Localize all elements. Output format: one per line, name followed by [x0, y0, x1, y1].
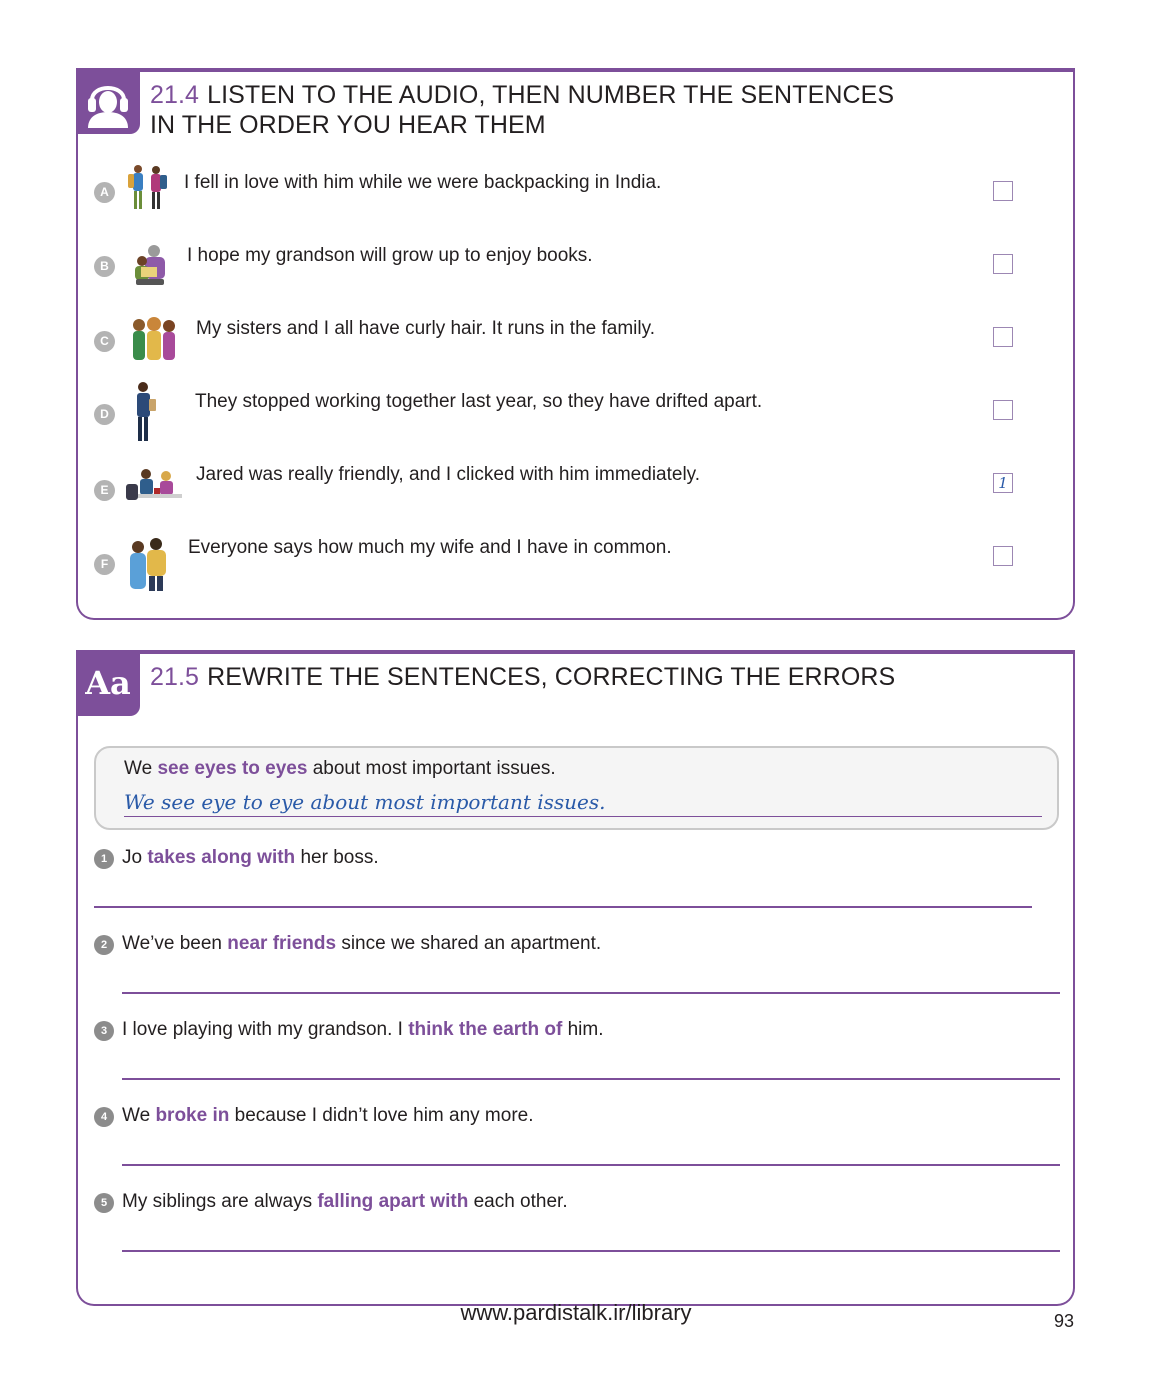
- question-text-before: Jo: [122, 847, 148, 868]
- answer-line[interactable]: [122, 1250, 1060, 1252]
- item-letter-badge: C: [94, 331, 115, 352]
- answer-box[interactable]: [993, 400, 1013, 420]
- exercise-21-4-heading: 21.4 LISTEN TO THE AUDIO, THEN NUMBER THE…: [150, 80, 894, 140]
- answer-box[interactable]: [993, 327, 1013, 347]
- answer-line[interactable]: [122, 992, 1060, 994]
- example-sentence: We see eyes to eyes about most important…: [124, 757, 556, 781]
- sentence-text: Everyone says how much my wife and I hav…: [188, 537, 672, 558]
- example-text-before: We: [124, 758, 158, 779]
- sentence-text: I fell in love with him while we were ba…: [184, 172, 662, 193]
- answer-line[interactable]: [122, 1078, 1060, 1080]
- question-sentence: We broke in because I didn’t love him an…: [122, 1104, 534, 1128]
- error-phrase: near friends: [227, 933, 337, 954]
- question-text-before: I love playing with my grandson. I: [122, 1019, 409, 1040]
- error-phrase: takes along with: [147, 847, 296, 868]
- heading-title: REWRITE THE SENTENCES, CORRECTING THE ER…: [207, 663, 896, 691]
- listening-tab: [76, 68, 140, 134]
- answer-line[interactable]: [94, 906, 1032, 908]
- vocabulary-tab-icon: Aa: [76, 650, 140, 716]
- question-text-after: him.: [562, 1019, 604, 1040]
- sisters-picture: [133, 317, 175, 360]
- exercise-21-4-panel: 21.4 LISTEN TO THE AUDIO, THEN NUMBER THE…: [76, 68, 1075, 620]
- example-text-after: about most important issues.: [307, 758, 556, 779]
- answer-line[interactable]: [122, 1164, 1060, 1166]
- example-error-phrase: see eyes to eyes: [157, 758, 308, 779]
- item-letter-badge: D: [94, 404, 115, 425]
- sentence-text: They stopped working together last year,…: [195, 391, 763, 412]
- exercise-21-5-heading: 21.5 REWRITE THE SENTENCES, CORRECTING TH…: [150, 662, 895, 692]
- question-text-after: because I didn’t love him any more.: [229, 1105, 534, 1126]
- item-letter-badge: E: [94, 480, 115, 501]
- example-box: We see eyes to eyes about most important…: [94, 746, 1059, 830]
- question-number: 5: [94, 1193, 114, 1213]
- item-letter-badge: B: [94, 256, 115, 277]
- question-text-after: her boss.: [295, 847, 379, 868]
- error-phrase: think the earth of: [408, 1019, 563, 1040]
- error-phrase: broke in: [155, 1105, 230, 1126]
- meeting-picture: [126, 469, 182, 500]
- footer-url[interactable]: www.pardistalk.ir/library: [0, 1300, 1152, 1326]
- couple-picture: [130, 538, 166, 591]
- exercise-number: 21.5: [150, 663, 200, 691]
- list-item: A I fell in love with him while we were …: [78, 162, 1073, 222]
- question-number: 4: [94, 1107, 114, 1127]
- question-sentence: My siblings are always falling apart wit…: [122, 1190, 568, 1214]
- question-number: 1: [94, 849, 114, 869]
- grandmother-reading-picture: [135, 245, 165, 285]
- list-item: E Jared was really friendly, and I click…: [78, 454, 1073, 514]
- list-item: B I hope my grandson will grow up to enj…: [78, 235, 1073, 295]
- question-text-before: We: [122, 1105, 156, 1126]
- list-item: C My sisters and I all have curly hair. …: [78, 308, 1073, 368]
- backpackers-picture: [128, 165, 167, 209]
- heading-line-1: LISTEN TO THE AUDIO, THEN NUMBER THE SEN…: [207, 81, 895, 109]
- error-phrase: falling apart with: [317, 1191, 469, 1212]
- item-letter-badge: F: [94, 554, 115, 575]
- sentence-text: I hope my grandson will grow up to enjoy…: [187, 245, 593, 266]
- list-item: D They stopped working together last yea…: [78, 381, 1073, 441]
- colleagues-picture: [137, 382, 156, 441]
- exercise-21-5-panel: Aa 21.5 REWRITE THE SENTENCES, CORRECTING…: [76, 650, 1075, 1306]
- page-number: 93: [1054, 1311, 1075, 1331]
- exercise-number: 21.4: [150, 81, 200, 109]
- question-sentence: I love playing with my grandson. I think…: [122, 1018, 604, 1042]
- list-item: F Everyone says how much my wife and I h…: [78, 527, 1073, 591]
- sentence-text: Jared was really friendly, and I clicked…: [196, 464, 701, 485]
- question-text-before: We’ve been: [122, 933, 228, 954]
- question-number: 2: [94, 935, 114, 955]
- item-letter-badge: A: [94, 182, 115, 203]
- question-sentence: We’ve been near friends since we shared …: [122, 932, 601, 956]
- heading-line-2: IN THE ORDER YOU HEAR THEM: [150, 111, 546, 139]
- answer-box[interactable]: 1: [993, 473, 1013, 493]
- question-number: 3: [94, 1021, 114, 1041]
- answer-box[interactable]: [993, 181, 1013, 201]
- example-answer: We see eye to eye about most important i…: [124, 788, 1042, 817]
- question-text-after: since we shared an apartment.: [336, 933, 602, 954]
- question-sentence: Jo takes along with her boss.: [122, 846, 379, 870]
- question-text-before: My siblings are always: [122, 1191, 318, 1212]
- sentence-text: My sisters and I all have curly hair. It…: [196, 318, 655, 339]
- answer-box[interactable]: [993, 254, 1013, 274]
- headphones-person-icon: [88, 86, 128, 128]
- question-text-after: each other.: [468, 1191, 568, 1212]
- answer-box[interactable]: [993, 546, 1013, 566]
